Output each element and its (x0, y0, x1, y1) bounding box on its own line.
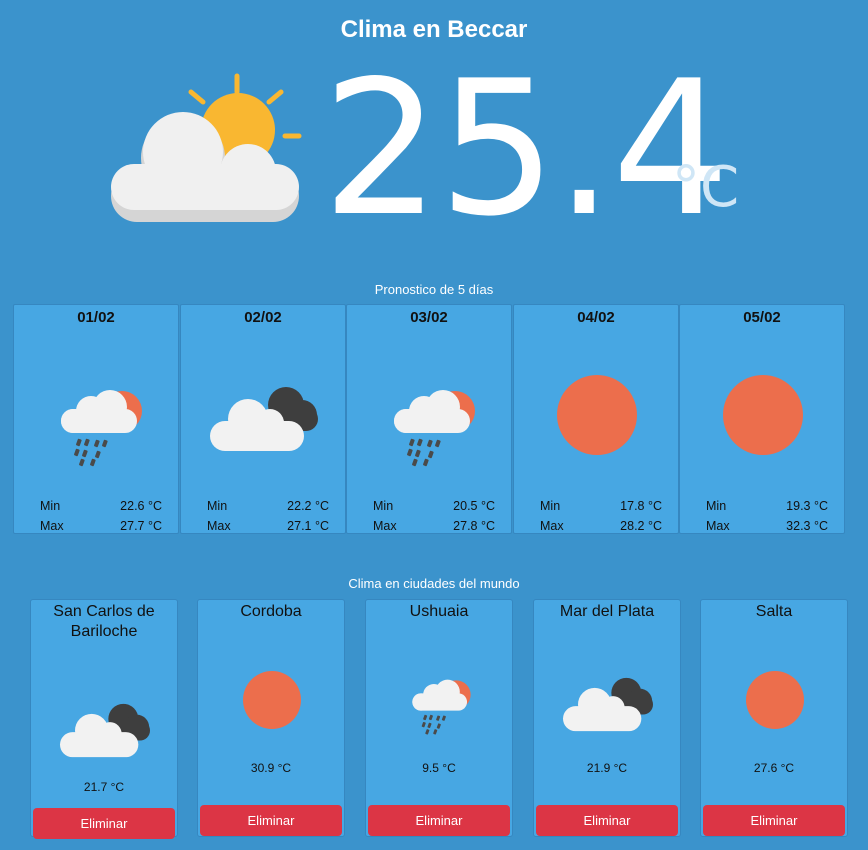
min-label: Min (373, 499, 394, 513)
city-temperature: 21.9 °C (586, 761, 628, 775)
max-label: Max (540, 519, 564, 533)
min-label: Min (207, 499, 228, 513)
city-temperature: 9.5 °C (422, 761, 456, 775)
sun-cloud-rain-icon (394, 390, 475, 467)
sun-icon (557, 375, 637, 455)
current-temperature: 25.4 (322, 40, 730, 257)
partly-sunny-cloud-icon (111, 73, 302, 222)
cities-section-title: Clima en ciudades del mundo (348, 576, 520, 591)
city-card: Mar del Plata 21.9 °C Eliminar (533, 599, 681, 837)
max-value: 27.1 °C (287, 519, 329, 533)
delete-city-button[interactable]: Eliminar (33, 808, 175, 839)
delete-city-button[interactable]: Eliminar (200, 805, 342, 836)
forecast-date: 02/02 (244, 309, 282, 326)
sun-cloud-rain-icon (412, 679, 471, 735)
delete-city-button[interactable]: Eliminar (703, 805, 845, 836)
dark-clouds-icon (60, 703, 150, 758)
sun-cloud-rain-icon (61, 390, 142, 467)
min-label: Min (40, 499, 61, 513)
max-label: Max (373, 519, 397, 533)
max-label: Max (207, 519, 231, 533)
city-temperature: 27.6 °C (753, 761, 795, 775)
delete-city-button[interactable]: Eliminar (536, 805, 678, 836)
forecast-date: 04/02 (577, 309, 615, 326)
min-value: 20.5 °C (453, 499, 495, 513)
dark-clouds-icon (563, 677, 653, 732)
temperature-unit: °C (672, 155, 740, 220)
forecast-date: 03/02 (410, 309, 448, 326)
forecast-date: 05/02 (743, 309, 781, 326)
min-label: Min (706, 499, 727, 513)
dark-clouds-icon (210, 387, 318, 451)
forecast-card: 01/02 Min 22.6 °C Max 27.7 °C (13, 304, 179, 534)
forecast-date: 01/02 (77, 309, 115, 326)
max-label: Max (706, 519, 730, 533)
delete-city-button[interactable]: Eliminar (368, 805, 510, 836)
sun-icon (746, 671, 804, 729)
city-card: San Carlos de Bariloche 21.7 °C Eliminar (30, 599, 178, 839)
min-label: Min (540, 499, 561, 513)
min-value: 17.8 °C (620, 499, 662, 513)
city-name: Mar del Plata (559, 603, 655, 620)
city-card: Salta 27.6 °C Eliminar (700, 599, 848, 837)
city-name: San Carlos de Bariloche (53, 603, 155, 640)
city-card: Cordoba 30.9 °C Eliminar (197, 599, 345, 837)
city-name: Ushuaia (409, 603, 469, 620)
city-temperature: 21.7 °C (83, 780, 125, 794)
max-label: Max (40, 519, 64, 533)
city-card: Ushuaia 9.5 °C Eliminar (365, 599, 513, 837)
city-name: Salta (755, 603, 793, 620)
forecast-card: 03/02 Min 20.5 °C Max 27.8 °C (346, 304, 512, 534)
min-value: 22.2 °C (287, 499, 329, 513)
min-value: 19.3 °C (786, 499, 828, 513)
max-value: 27.8 °C (453, 519, 495, 533)
forecast-card: 02/02 Min 22.2 °C Max 27.1 °C (180, 304, 346, 534)
sun-icon (243, 671, 301, 729)
min-value: 22.6 °C (120, 499, 162, 513)
city-temperature: 30.9 °C (250, 761, 292, 775)
city-name: Cordoba (240, 603, 302, 620)
forecast-section-title: Pronostico de 5 días (374, 282, 494, 297)
forecast-card: 05/02 Min 19.3 °C Max 32.3 °C (679, 304, 845, 534)
max-value: 28.2 °C (620, 519, 662, 533)
sun-icon (723, 375, 803, 455)
max-value: 32.3 °C (786, 519, 828, 533)
max-value: 27.7 °C (120, 519, 162, 533)
forecast-card: 04/02 Min 17.8 °C Max 28.2 °C (513, 304, 679, 534)
